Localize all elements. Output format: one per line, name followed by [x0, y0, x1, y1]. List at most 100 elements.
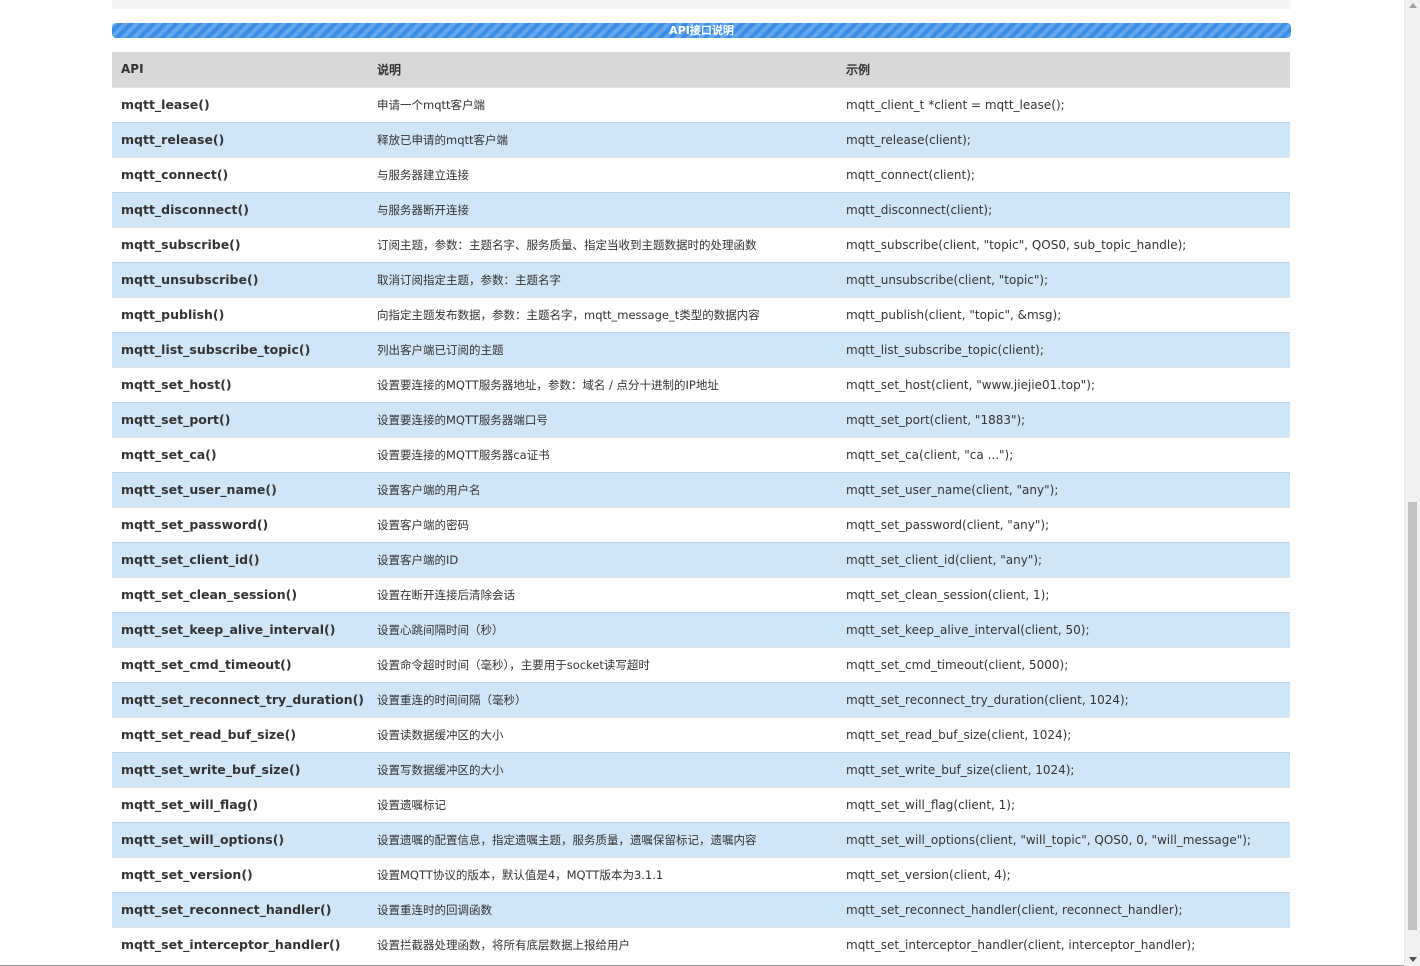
description-cell: 设置客户端的密码: [368, 506, 837, 542]
description-cell: 设置写数据缓冲区的大小: [368, 751, 837, 787]
api-name-cell: mqtt_unsubscribe(): [112, 261, 368, 297]
api-name-cell: mqtt_list_subscribe_topic(): [112, 331, 368, 367]
description-cell: 设置拦截器处理函数，将所有底层数据上报给用户: [368, 926, 837, 962]
example-cell: mqtt_set_version(client, 4);: [837, 856, 1290, 892]
previous-section-bottom: [112, 0, 1291, 9]
scroll-down-arrow-icon[interactable]: [1409, 957, 1417, 962]
table-row: mqtt_set_host() 设置要连接的MQTT服务器地址，参数：域名 / 点…: [112, 366, 1290, 402]
scrollbar-thumb[interactable]: [1408, 502, 1417, 930]
description-cell: 设置心跳间隔时间（秒）: [368, 611, 837, 647]
header-description: 说明: [368, 52, 837, 87]
description-cell: 设置重连时的回调函数: [368, 891, 837, 927]
example-cell: mqtt_subscribe(client, "topic", QOS0, su…: [837, 226, 1290, 262]
section-banner: API接口说明: [112, 23, 1291, 38]
api-name-cell: mqtt_set_cmd_timeout(): [112, 646, 368, 682]
description-cell: 订阅主题，参数：主题名字、服务质量、指定当收到主题数据时的处理函数: [368, 226, 837, 262]
table-row: mqtt_set_reconnect_handler() 设置重连时的回调函数 mq…: [112, 891, 1290, 927]
example-cell: mqtt_set_keep_alive_interval(client, 50)…: [837, 611, 1290, 647]
table-row: mqtt_set_interceptor_handler() 设置拦截器处理函数，…: [112, 926, 1290, 962]
example-cell: mqtt_client_t *client = mqtt_lease();: [837, 86, 1290, 122]
table-row: mqtt_set_password() 设置客户端的密码 mqtt_set_pass…: [112, 506, 1290, 542]
table-row: mqtt_unsubscribe() 取消订阅指定主题，参数：主题名字 mqtt_u…: [112, 261, 1290, 297]
example-cell: mqtt_disconnect(client);: [837, 191, 1290, 227]
api-name-cell: mqtt_disconnect(): [112, 191, 368, 227]
example-cell: mqtt_set_password(client, "any");: [837, 506, 1290, 542]
api-name-cell: mqtt_set_password(): [112, 506, 368, 542]
table-row: mqtt_subscribe() 订阅主题，参数：主题名字、服务质量、指定当收到主…: [112, 226, 1290, 262]
table-row: mqtt_publish() 向指定主题发布数据，参数：主题名字，mqtt_mes…: [112, 296, 1290, 332]
example-cell: mqtt_set_reconnect_handler(client, recon…: [837, 891, 1290, 927]
description-cell: 设置重连的时间间隔（毫秒）: [368, 681, 837, 717]
example-cell: mqtt_list_subscribe_topic(client);: [837, 331, 1290, 367]
description-cell: 设置客户端的用户名: [368, 471, 837, 507]
api-name-cell: mqtt_set_write_buf_size(): [112, 751, 368, 787]
description-cell: 取消订阅指定主题，参数：主题名字: [368, 261, 837, 297]
description-cell: 设置要连接的MQTT服务器地址，参数：域名 / 点分十进制的IP地址: [368, 366, 837, 402]
table-row: mqtt_set_version() 设置MQTT协议的版本，默认值是4，MQTT…: [112, 856, 1290, 892]
description-cell: 设置命令超时时间（毫秒），主要用于socket读写超时: [368, 646, 837, 682]
table-row: mqtt_set_user_name() 设置客户端的用户名 mqtt_set_us…: [112, 471, 1290, 507]
vertical-scrollbar[interactable]: [1404, 0, 1420, 966]
api-name-cell: mqtt_set_user_name(): [112, 471, 368, 507]
api-name-cell: mqtt_set_keep_alive_interval(): [112, 611, 368, 647]
table-row: mqtt_set_ca() 设置要连接的MQTT服务器ca证书 mqtt_set_c…: [112, 436, 1290, 472]
header-example: 示例: [837, 52, 1290, 87]
api-name-cell: mqtt_set_will_flag(): [112, 786, 368, 822]
example-cell: mqtt_release(client);: [837, 121, 1290, 157]
table-row: mqtt_set_read_buf_size() 设置读数据缓冲区的大小 mqtt_…: [112, 716, 1290, 752]
description-cell: 设置要连接的MQTT服务器端口号: [368, 401, 837, 437]
example-cell: mqtt_set_ca(client, "ca ...");: [837, 436, 1290, 472]
example-cell: mqtt_set_clean_session(client, 1);: [837, 576, 1290, 612]
description-cell: 设置在断开连接后清除会话: [368, 576, 837, 612]
description-cell: 设置MQTT协议的版本，默认值是4，MQTT版本为3.1.1: [368, 856, 837, 892]
table-row: mqtt_lease() 申请一个mqtt客户端 mqtt_client_t *cl…: [112, 86, 1290, 122]
example-cell: mqtt_set_port(client, "1883");: [837, 401, 1290, 437]
description-cell: 列出客户端已订阅的主题: [368, 331, 837, 367]
table-row: mqtt_connect() 与服务器建立连接 mqtt_connect(clien…: [112, 156, 1290, 192]
example-cell: mqtt_set_will_flag(client, 1);: [837, 786, 1290, 822]
table-row: mqtt_set_reconnect_try_duration() 设置重连的时间…: [112, 681, 1290, 717]
api-name-cell: mqtt_set_version(): [112, 856, 368, 892]
description-cell: 向指定主题发布数据，参数：主题名字，mqtt_message_t类型的数据内容: [368, 296, 837, 332]
description-cell: 释放已申请的mqtt客户端: [368, 121, 837, 157]
table-header-row: API 说明 示例: [112, 52, 1290, 87]
example-cell: mqtt_set_read_buf_size(client, 1024);: [837, 716, 1290, 752]
api-name-cell: mqtt_set_port(): [112, 401, 368, 437]
section-banner-title: API接口说明: [669, 24, 734, 37]
table-row: mqtt_set_cmd_timeout() 设置命令超时时间（毫秒），主要用于s…: [112, 646, 1290, 682]
scroll-up-arrow-icon[interactable]: [1409, 3, 1417, 8]
table-row: mqtt_disconnect() 与服务器断开连接 mqtt_disconnect…: [112, 191, 1290, 227]
table-row: mqtt_set_port() 设置要连接的MQTT服务器端口号 mqtt_set_…: [112, 401, 1290, 437]
header-api: API: [112, 52, 368, 87]
example-cell: mqtt_set_user_name(client, "any");: [837, 471, 1290, 507]
api-name-cell: mqtt_set_host(): [112, 366, 368, 402]
api-table: API 说明 示例 mqtt_lease() 申请一个mqtt客户端 mqtt_cl…: [112, 52, 1290, 962]
example-cell: mqtt_set_client_id(client, "any");: [837, 541, 1290, 577]
api-name-cell: mqtt_set_ca(): [112, 436, 368, 472]
api-name-cell: mqtt_lease(): [112, 86, 368, 122]
api-name-cell: mqtt_set_client_id(): [112, 541, 368, 577]
api-name-cell: mqtt_set_will_options(): [112, 821, 368, 857]
example-cell: mqtt_set_will_options(client, "will_topi…: [837, 821, 1290, 857]
example-cell: mqtt_unsubscribe(client, "topic");: [837, 261, 1290, 297]
api-name-cell: mqtt_set_interceptor_handler(): [112, 926, 368, 962]
table-row: mqtt_list_subscribe_topic() 列出客户端已订阅的主题 mq…: [112, 331, 1290, 367]
api-name-cell: mqtt_set_read_buf_size(): [112, 716, 368, 752]
api-name-cell: mqtt_set_clean_session(): [112, 576, 368, 612]
description-cell: 设置要连接的MQTT服务器ca证书: [368, 436, 837, 472]
example-cell: mqtt_set_interceptor_handler(client, int…: [837, 926, 1290, 962]
description-cell: 与服务器断开连接: [368, 191, 837, 227]
api-name-cell: mqtt_connect(): [112, 156, 368, 192]
table-row: mqtt_release() 释放已申请的mqtt客户端 mqtt_release(…: [112, 121, 1290, 157]
table-row: mqtt_set_write_buf_size() 设置写数据缓冲区的大小 mqtt…: [112, 751, 1290, 787]
example-cell: mqtt_connect(client);: [837, 156, 1290, 192]
example-cell: mqtt_set_host(client, "www.jiejie01.top"…: [837, 366, 1290, 402]
description-cell: 与服务器建立连接: [368, 156, 837, 192]
api-name-cell: mqtt_publish(): [112, 296, 368, 332]
example-cell: mqtt_publish(client, "topic", &msg);: [837, 296, 1290, 332]
table-row: mqtt_set_client_id() 设置客户端的ID mqtt_set_cli…: [112, 541, 1290, 577]
table-body: mqtt_lease() 申请一个mqtt客户端 mqtt_client_t *cl…: [112, 86, 1290, 962]
page: API接口说明 API 说明 示例 mqtt_lease() 申请一个mqtt客户…: [0, 0, 1420, 966]
example-cell: mqtt_set_reconnect_try_duration(client, …: [837, 681, 1290, 717]
description-cell: 设置遗嘱标记: [368, 786, 837, 822]
